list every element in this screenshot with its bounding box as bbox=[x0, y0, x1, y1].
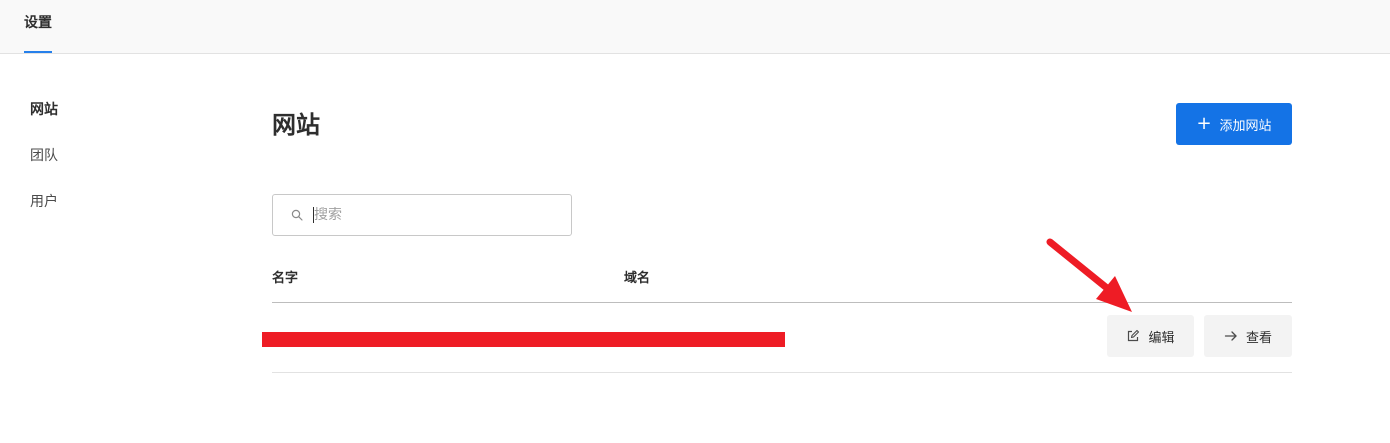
page-title: 网站 bbox=[272, 111, 320, 139]
plus-icon: + bbox=[1196, 113, 1212, 134]
sidebar-item-websites[interactable]: 网站 bbox=[30, 96, 190, 142]
arrow-right-icon bbox=[1224, 331, 1237, 341]
search-icon bbox=[291, 209, 303, 221]
tab-active-indicator bbox=[24, 51, 52, 53]
view-button-label: 查看 bbox=[1245, 330, 1272, 346]
sidebar-item-teams[interactable]: 团队 bbox=[30, 142, 190, 188]
edit-button-label: 编辑 bbox=[1148, 330, 1175, 346]
search-input[interactable] bbox=[314, 207, 554, 223]
column-header-domain[interactable]: 域名 bbox=[624, 270, 650, 288]
tab-settings[interactable]: 设置 bbox=[24, 0, 52, 54]
edit-icon bbox=[1128, 329, 1140, 342]
column-header-name[interactable]: 名字 bbox=[272, 270, 298, 288]
redacted-content bbox=[262, 332, 785, 347]
annotation-arrow bbox=[1046, 238, 1132, 312]
search-box[interactable] bbox=[272, 194, 572, 236]
add-website-button[interactable]: + 添加网站 bbox=[1176, 103, 1292, 145]
add-website-button-label: 添加网站 bbox=[1219, 118, 1272, 134]
sidebar-item-users[interactable]: 用户 bbox=[30, 188, 190, 234]
main-content: 网站 + 添加网站 名字 域名 编辑 查看 bbox=[262, 0, 1292, 443]
sidebar: 网站 团队 用户 bbox=[30, 96, 190, 234]
view-button[interactable]: 查看 bbox=[1204, 315, 1292, 357]
